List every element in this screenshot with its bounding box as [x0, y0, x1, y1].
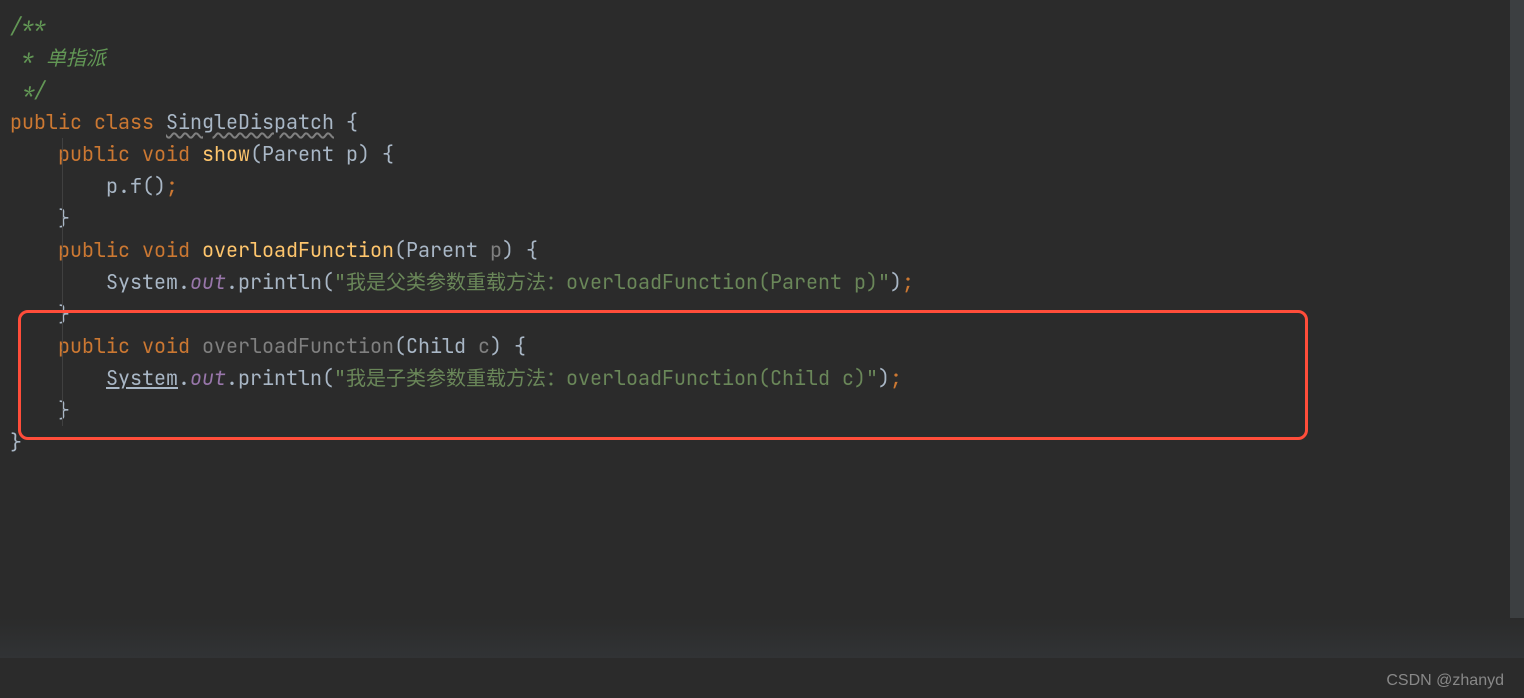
keyword-class: class — [94, 109, 166, 135]
keyword-public: public — [10, 237, 142, 263]
keyword-void: void — [142, 237, 202, 263]
field-out: out — [190, 269, 226, 295]
comment-text: * 单指派 — [10, 45, 106, 71]
comment-text: /** — [10, 13, 46, 39]
code-line: public void overloadFunction(Parent p) { — [0, 234, 1524, 266]
code-line: public class SingleDispatch { — [0, 106, 1524, 138]
code-line: /** — [0, 10, 1524, 42]
keyword-void: void — [142, 141, 202, 167]
code-line: * 单指派 — [0, 42, 1524, 74]
code-line: */ — [0, 74, 1524, 106]
bottom-gradient — [0, 618, 1524, 658]
code-line: } — [0, 298, 1524, 330]
string-literal: "我是父类参数重载方法：overloadFunction(Parent p)" — [334, 269, 890, 295]
keyword-void: void — [142, 333, 202, 359]
param-name: p — [346, 141, 358, 167]
code-line: public void overloadFunction(Child c) { — [0, 330, 1524, 362]
keyword-public: public — [10, 109, 94, 135]
param-name: p — [490, 237, 502, 263]
method-name: overloadFunction — [202, 237, 394, 263]
field-out: out — [190, 365, 226, 391]
code-line: p.f(); — [0, 170, 1524, 202]
code-line: } — [0, 426, 1524, 458]
comment-text: */ — [10, 77, 46, 103]
string-literal: "我是子类参数重载方法：overloadFunction(Child c)" — [334, 365, 878, 391]
keyword-public: public — [10, 333, 142, 359]
code-line: System.out.println("我是父类参数重载方法：overloadF… — [0, 266, 1524, 298]
param-type: Parent — [406, 237, 490, 263]
method-name: show — [202, 141, 250, 167]
param-name: c — [478, 333, 490, 359]
brace: { — [334, 109, 358, 135]
watermark-text: CSDN @zhanyd — [1386, 672, 1504, 690]
code-editor[interactable]: /** * 单指派 */ public class SingleDispatch… — [0, 0, 1524, 468]
scrollbar-track[interactable] — [1510, 0, 1524, 620]
code-line: } — [0, 394, 1524, 426]
code-line: public void show(Parent p) { — [0, 138, 1524, 170]
method-name: overloadFunction — [202, 333, 394, 359]
param-type: Child — [406, 333, 478, 359]
keyword-public: public — [10, 141, 142, 167]
code-line: } — [0, 202, 1524, 234]
param-type: Parent — [262, 141, 346, 167]
code-line: System.out.println("我是子类参数重载方法：overloadF… — [0, 362, 1524, 394]
class-name: SingleDispatch — [166, 109, 334, 135]
